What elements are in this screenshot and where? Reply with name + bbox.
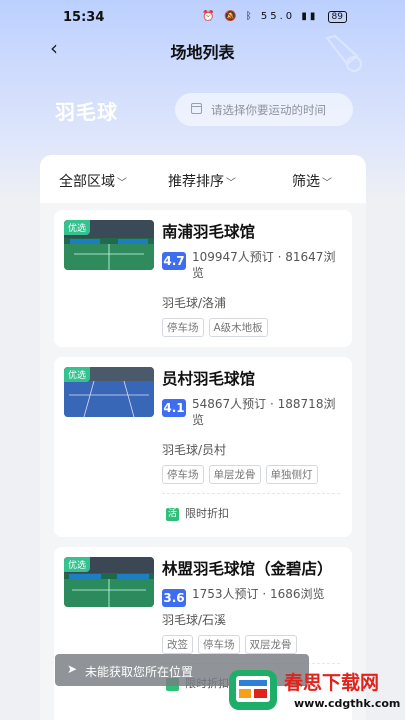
- location-arrow-icon: ➤: [67, 662, 78, 676]
- chevron-down-icon: ﹀: [117, 178, 127, 189]
- tag-list: 停车场 单层龙骨 单独侧灯: [162, 463, 323, 484]
- region-filter-label: 全部区域: [59, 174, 115, 190]
- tag: 单独侧灯: [265, 465, 318, 484]
- views-count: 1686浏览: [270, 587, 325, 601]
- venue-stats: 1753人预订 · 1686浏览: [192, 587, 325, 601]
- watermark-logo-icon: [229, 670, 277, 710]
- alarm-icon: ⏰: [202, 11, 218, 22]
- tag: 停车场: [198, 635, 240, 654]
- rating-badge: 4.7: [162, 252, 186, 270]
- venue-thumbnail: 优选: [64, 367, 154, 417]
- status-time: 15:34: [63, 10, 105, 25]
- tag-list: 停车场 A级木地板: [162, 316, 273, 337]
- tag-list: 改签 停车场 双层龙骨: [162, 633, 302, 654]
- filter-bar: 全部区域 ﹀ 推荐排序 ﹀ 筛选 ﹀: [40, 155, 366, 203]
- signal-icon: ▮▮: [301, 11, 319, 22]
- bookings-count: 1753人预订: [192, 587, 259, 601]
- promo-icon: 活: [166, 507, 179, 521]
- tag: 双层龙骨: [244, 635, 297, 654]
- shuttlecock-decoration-icon: [325, 34, 362, 72]
- best-badge: 优选: [64, 557, 91, 572]
- status-bar: 15:34 ⏰ 🔕 ᛒ 55.0 ▮▮ 89: [0, 8, 405, 30]
- status-icons: ⏰ 🔕 ᛒ 55.0 ▮▮ 89: [202, 11, 347, 23]
- venue-thumbnail: 优选: [64, 557, 154, 607]
- bluetooth-icon: ᛒ: [245, 11, 255, 22]
- venue-name: 员村羽毛球馆: [162, 370, 256, 388]
- region-filter[interactable]: 全部区域 ﹀: [59, 171, 127, 191]
- bookings-count: 109947人预订: [192, 250, 274, 264]
- mute-icon: 🔕: [224, 11, 240, 22]
- location-toast-text: 未能获取您所在位置: [85, 665, 194, 679]
- tag: 停车场: [162, 465, 204, 484]
- watermark-url: www.cdgthk.com: [294, 697, 401, 710]
- chevron-down-icon: ﹀: [226, 178, 236, 189]
- sort-filter[interactable]: 推荐排序 ﹀: [168, 171, 236, 191]
- venue-thumbnail: 优选: [64, 220, 154, 270]
- venue-card[interactable]: 优选 南浦羽毛球馆 4.7 109947人预订 · 81647浏览 羽毛球/洛浦…: [54, 210, 352, 347]
- battery-indicator: 89: [327, 11, 347, 23]
- best-badge: 优选: [64, 220, 91, 235]
- promo-row: 活限时折扣: [166, 505, 229, 521]
- more-filter-label: 筛选: [292, 174, 320, 190]
- time-picker-input[interactable]: 请选择你要运动的时间: [175, 93, 353, 126]
- best-badge: 优选: [64, 367, 91, 382]
- rating-badge: 4.1: [162, 399, 186, 417]
- venue-stats: 109947人预订 · 81647浏览: [192, 250, 336, 280]
- tag: A级木地板: [208, 318, 268, 337]
- venue-category: 羽毛球/洛浦: [162, 296, 227, 310]
- venue-name: 南浦羽毛球馆: [162, 223, 256, 241]
- venue-panel: 全部区域 ﹀ 推荐排序 ﹀ 筛选 ﹀ 优选 南浦羽毛球馆 4.7 109947人预订 …: [40, 155, 366, 720]
- sort-filter-label: 推荐排序: [168, 174, 224, 190]
- promo-label: 限时折扣: [185, 507, 229, 520]
- calendar-icon: [191, 103, 202, 114]
- rating-badge: 3.6: [162, 589, 186, 607]
- venue-category: 羽毛球/石溪: [162, 613, 227, 627]
- watermark-text: 春思下载网: [284, 672, 380, 694]
- tag: 停车场: [162, 318, 204, 337]
- chevron-down-icon: ﹀: [322, 178, 332, 189]
- time-picker-placeholder: 请选择你要运动的时间: [211, 103, 326, 117]
- more-filter[interactable]: 筛选 ﹀: [292, 171, 332, 191]
- bookings-count: 54867人预订: [192, 397, 267, 411]
- tag: 改签: [162, 635, 193, 654]
- network-speed: 55.0: [260, 11, 296, 22]
- venue-category: 羽毛球/员村: [162, 443, 227, 457]
- card-divider: [162, 493, 340, 494]
- tag: 单层龙骨: [208, 465, 261, 484]
- venue-card[interactable]: 优选 员村羽毛球馆 4.1 54867人预订 · 188718浏览 羽毛球/员村…: [54, 357, 352, 537]
- venue-name: 林盟羽毛球馆（金碧店）: [162, 560, 333, 578]
- venue-stats: 54867人预订 · 188718浏览: [192, 397, 336, 427]
- sport-label: 羽毛球: [55, 100, 118, 124]
